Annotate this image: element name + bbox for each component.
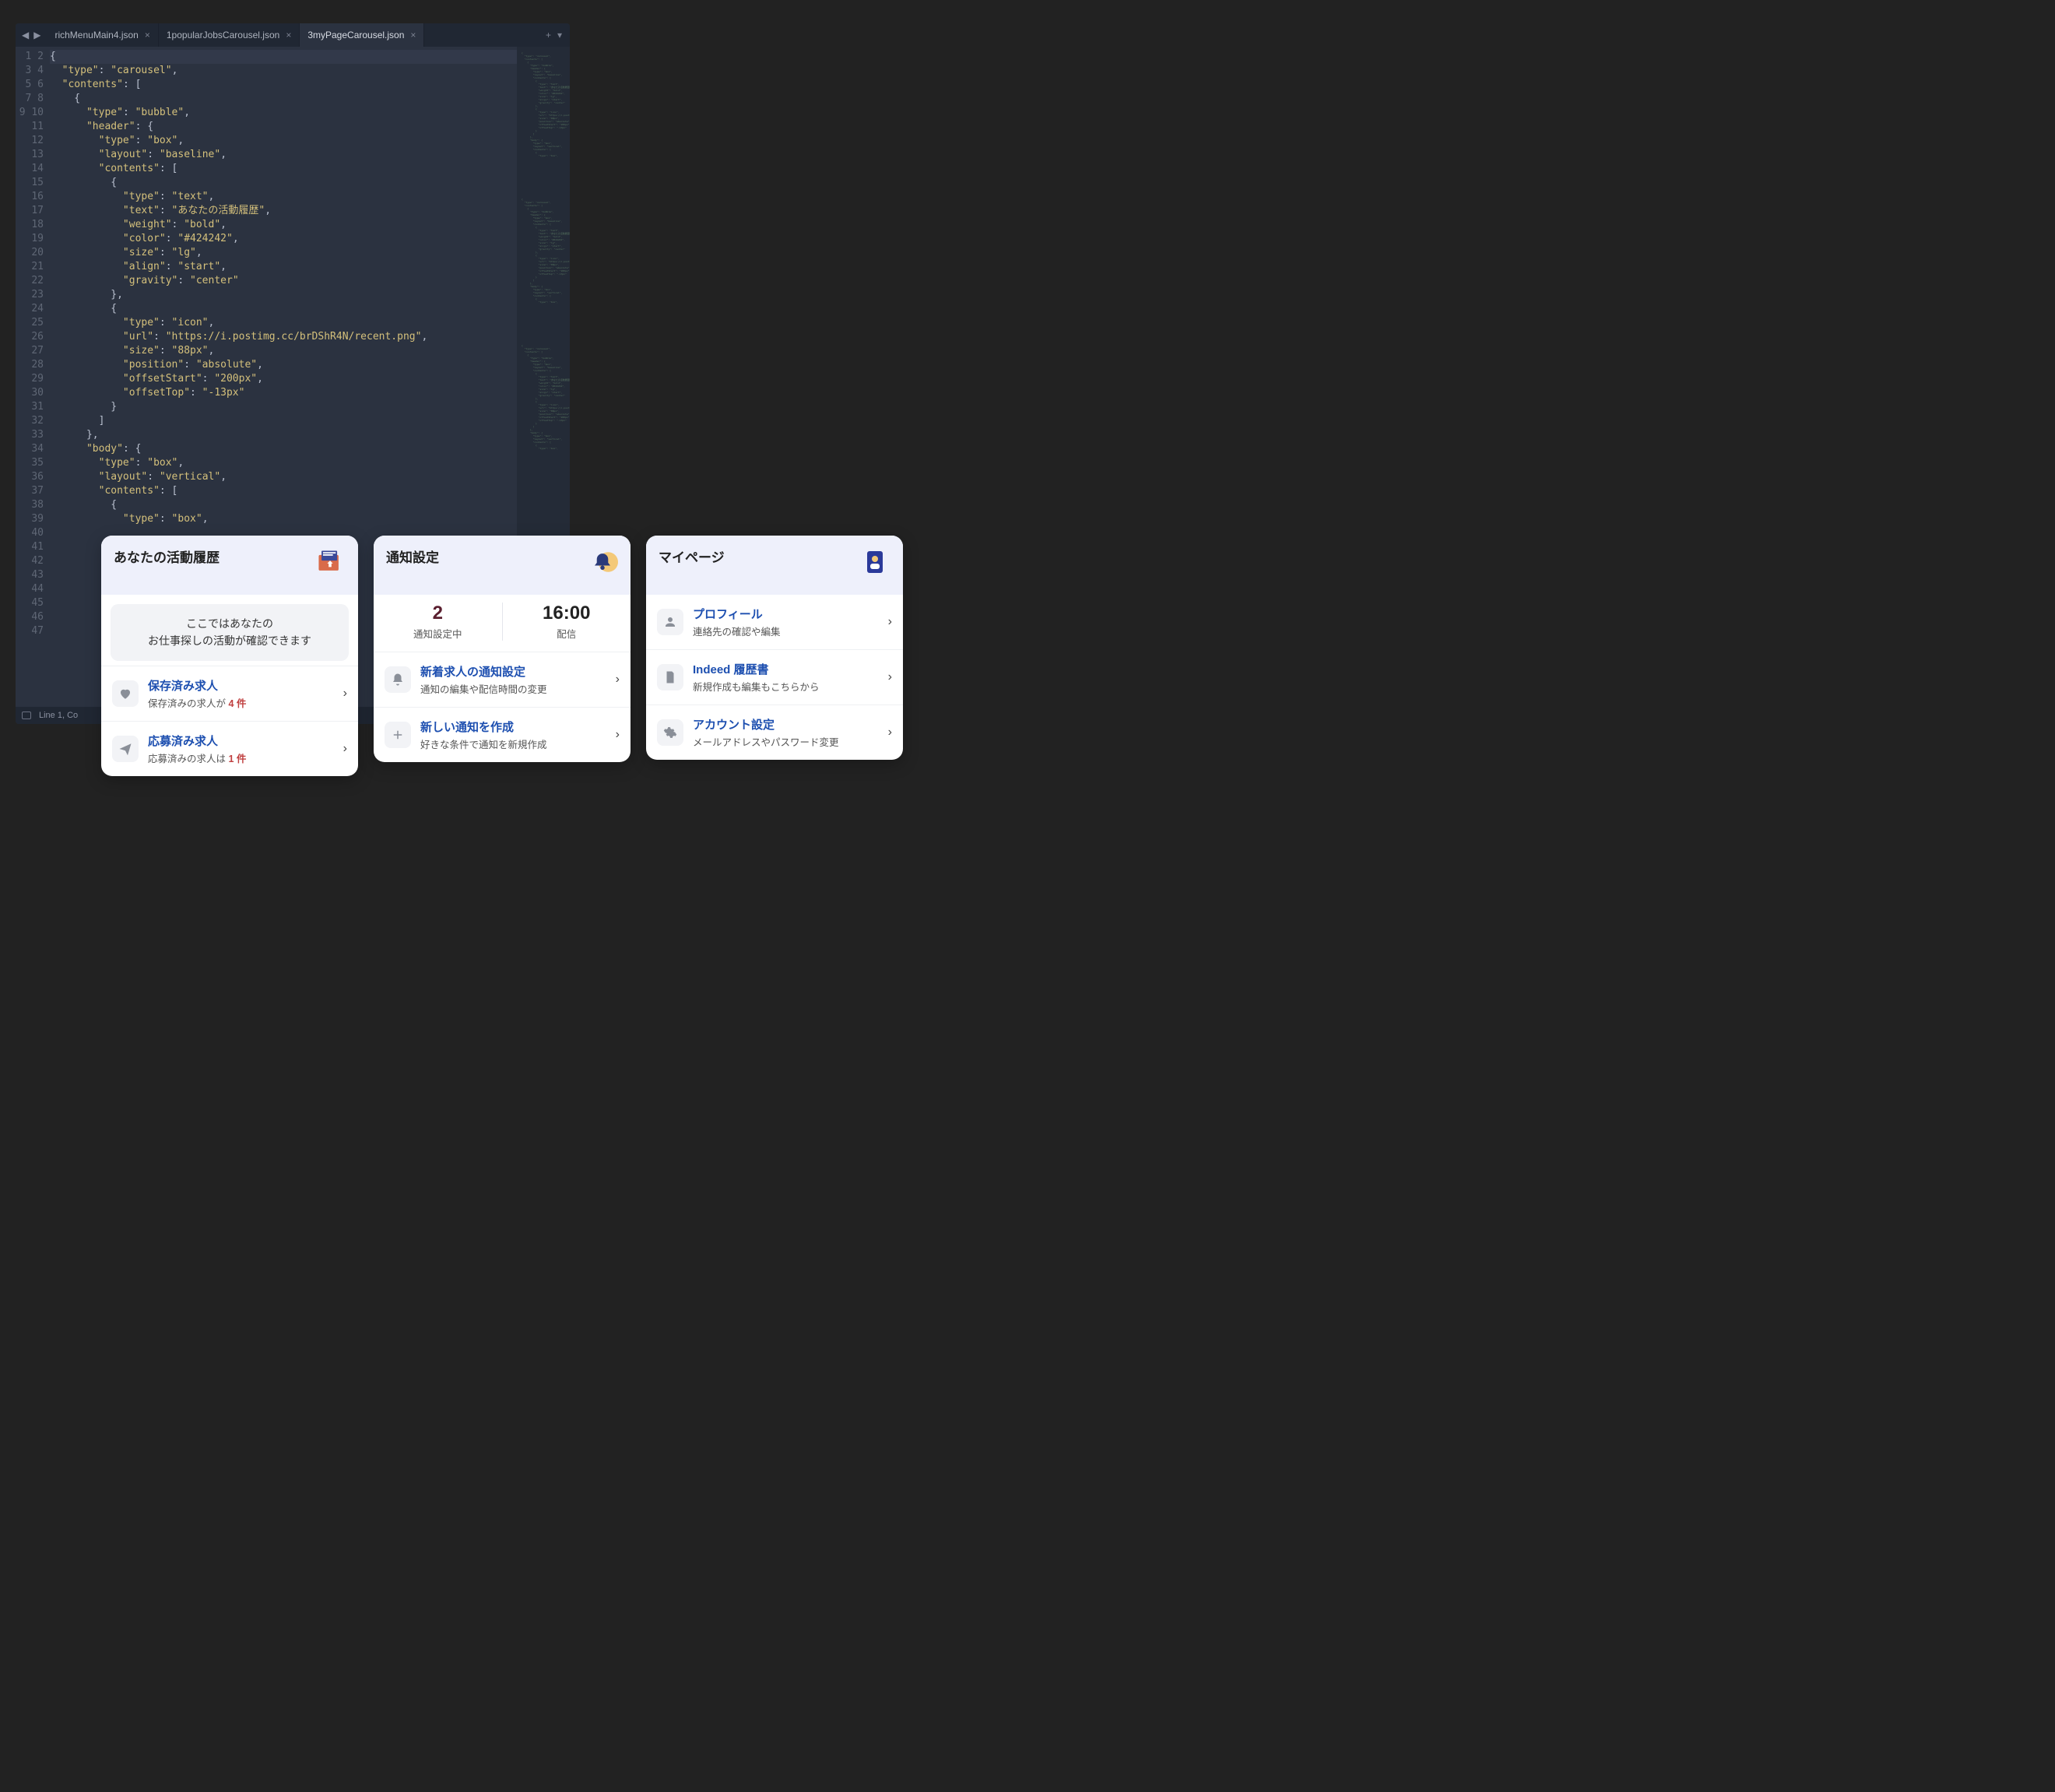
stat-time: 16:00 配信 bbox=[502, 603, 631, 641]
tab-popularjobs[interactable]: 1popularJobsCarousel.json × bbox=[159, 23, 300, 47]
line-gutter: 1 2 3 4 5 6 7 8 9 10 11 12 13 14 15 16 1… bbox=[16, 47, 50, 707]
row-title: Indeed 履歴書 bbox=[693, 661, 879, 677]
card-header: あなたの活動履歴 bbox=[101, 536, 358, 595]
stat-count: 2 通知設定中 bbox=[374, 603, 502, 641]
tab-mypagecarousel[interactable]: 3myPageCarousel.json × bbox=[300, 23, 424, 47]
chevron-right-icon: › bbox=[616, 728, 620, 742]
close-icon[interactable]: × bbox=[145, 30, 150, 40]
bell-icon bbox=[385, 666, 411, 693]
row-title: アカウント設定 bbox=[693, 716, 879, 733]
row-title: プロフィール bbox=[693, 606, 879, 622]
recent-icon bbox=[314, 546, 346, 578]
row-applied-jobs[interactable]: 応募済み求人 応募済みの求人は 1 件 › bbox=[101, 721, 358, 776]
new-tab-icon[interactable]: + bbox=[546, 30, 551, 40]
preview-cards: あなたの活動履歴 ここではあなたの お仕事探しの活動が確認できます 保存済み求人 bbox=[101, 536, 903, 776]
close-icon[interactable]: × bbox=[410, 30, 416, 40]
card-title: あなたの活動履歴 bbox=[114, 546, 220, 566]
tab-bar: ◀ ▶ richMenuMain4.json × 1popularJobsCar… bbox=[16, 23, 570, 47]
tab-menu-icon[interactable]: ▾ bbox=[557, 30, 562, 40]
status-panel-icon[interactable] bbox=[22, 712, 31, 719]
stat-value: 2 bbox=[374, 603, 502, 624]
id-card-icon bbox=[859, 546, 890, 578]
row-account[interactable]: アカウント設定 メールアドレスやパスワード変更 › bbox=[646, 705, 903, 760]
row-sub: 保存済みの求人が 4 件 bbox=[148, 695, 334, 710]
doc-icon bbox=[657, 664, 683, 690]
nav-fwd-icon[interactable]: ▶ bbox=[33, 30, 40, 40]
stat-label: 配信 bbox=[503, 626, 631, 641]
chevron-right-icon: › bbox=[343, 687, 347, 701]
chevron-right-icon: › bbox=[888, 670, 892, 684]
tab-richmenu[interactable]: richMenuMain4.json × bbox=[47, 23, 158, 47]
row-saved-jobs[interactable]: 保存済み求人 保存済みの求人が 4 件 › bbox=[101, 666, 358, 721]
tab-label: 3myPageCarousel.json bbox=[307, 30, 404, 40]
row-sub: 好きな条件で通知を新規作成 bbox=[420, 736, 606, 751]
nav-back-icon[interactable]: ◀ bbox=[22, 30, 29, 40]
stat-value: 16:00 bbox=[503, 603, 631, 624]
row-sub: 通知の編集や配信時間の変更 bbox=[420, 681, 606, 696]
row-new-notify[interactable]: 新しい通知を作成 好きな条件で通知を新規作成 › bbox=[374, 707, 631, 762]
row-sub: 応募済みの求人は 1 件 bbox=[148, 750, 334, 765]
stat-label: 通知設定中 bbox=[374, 626, 502, 641]
cursor-position: Line 1, Co bbox=[39, 711, 78, 720]
card-title: マイページ bbox=[659, 546, 725, 566]
card-mypage: マイページ プロフィール 連絡先の確認や編集 › bbox=[646, 536, 903, 760]
row-sub: メールアドレスやパスワード変更 bbox=[693, 734, 879, 749]
row-sub: 新規作成も編集もこちらから bbox=[693, 679, 879, 694]
notify-stats: 2 通知設定中 16:00 配信 bbox=[374, 595, 631, 652]
tab-label: 1popularJobsCarousel.json bbox=[167, 30, 279, 40]
minimap-content: { "type": "carousel", "contents": [ { "t… bbox=[522, 51, 565, 490]
plus-icon bbox=[385, 722, 411, 748]
bell-accent-icon bbox=[587, 546, 618, 578]
card-header: 通知設定 bbox=[374, 536, 631, 595]
row-profile[interactable]: プロフィール 連絡先の確認や編集 › bbox=[646, 595, 903, 649]
row-resume[interactable]: Indeed 履歴書 新規作成も編集もこちらから › bbox=[646, 649, 903, 705]
person-icon bbox=[657, 609, 683, 635]
heart-icon bbox=[112, 680, 139, 707]
banner-line: ここではあなたの bbox=[118, 615, 341, 632]
send-icon bbox=[112, 736, 139, 762]
row-title: 応募済み求人 bbox=[148, 733, 334, 749]
banner-line: お仕事探しの活動が確認できます bbox=[118, 632, 341, 649]
chevron-right-icon: › bbox=[888, 615, 892, 629]
row-notify-settings[interactable]: 新着求人の通知設定 通知の編集や配信時間の変更 › bbox=[374, 652, 631, 707]
row-title: 新しい通知を作成 bbox=[420, 719, 606, 735]
chevron-right-icon: › bbox=[616, 673, 620, 687]
chevron-right-icon: › bbox=[888, 726, 892, 740]
card-notify: 通知設定 2 通知設定中 16:00 配信 bbox=[374, 536, 631, 762]
card-header: マイページ bbox=[646, 536, 903, 595]
card-activity: あなたの活動履歴 ここではあなたの お仕事探しの活動が確認できます 保存済み求人 bbox=[101, 536, 358, 776]
info-banner: ここではあなたの お仕事探しの活動が確認できます bbox=[111, 604, 349, 661]
row-title: 保存済み求人 bbox=[148, 677, 334, 694]
close-icon[interactable]: × bbox=[286, 30, 291, 40]
card-title: 通知設定 bbox=[386, 546, 439, 566]
row-sub: 連絡先の確認や編集 bbox=[693, 624, 879, 638]
tab-label: richMenuMain4.json bbox=[54, 30, 138, 40]
row-title: 新着求人の通知設定 bbox=[420, 663, 606, 680]
chevron-right-icon: › bbox=[343, 742, 347, 756]
gear-icon bbox=[657, 719, 683, 746]
